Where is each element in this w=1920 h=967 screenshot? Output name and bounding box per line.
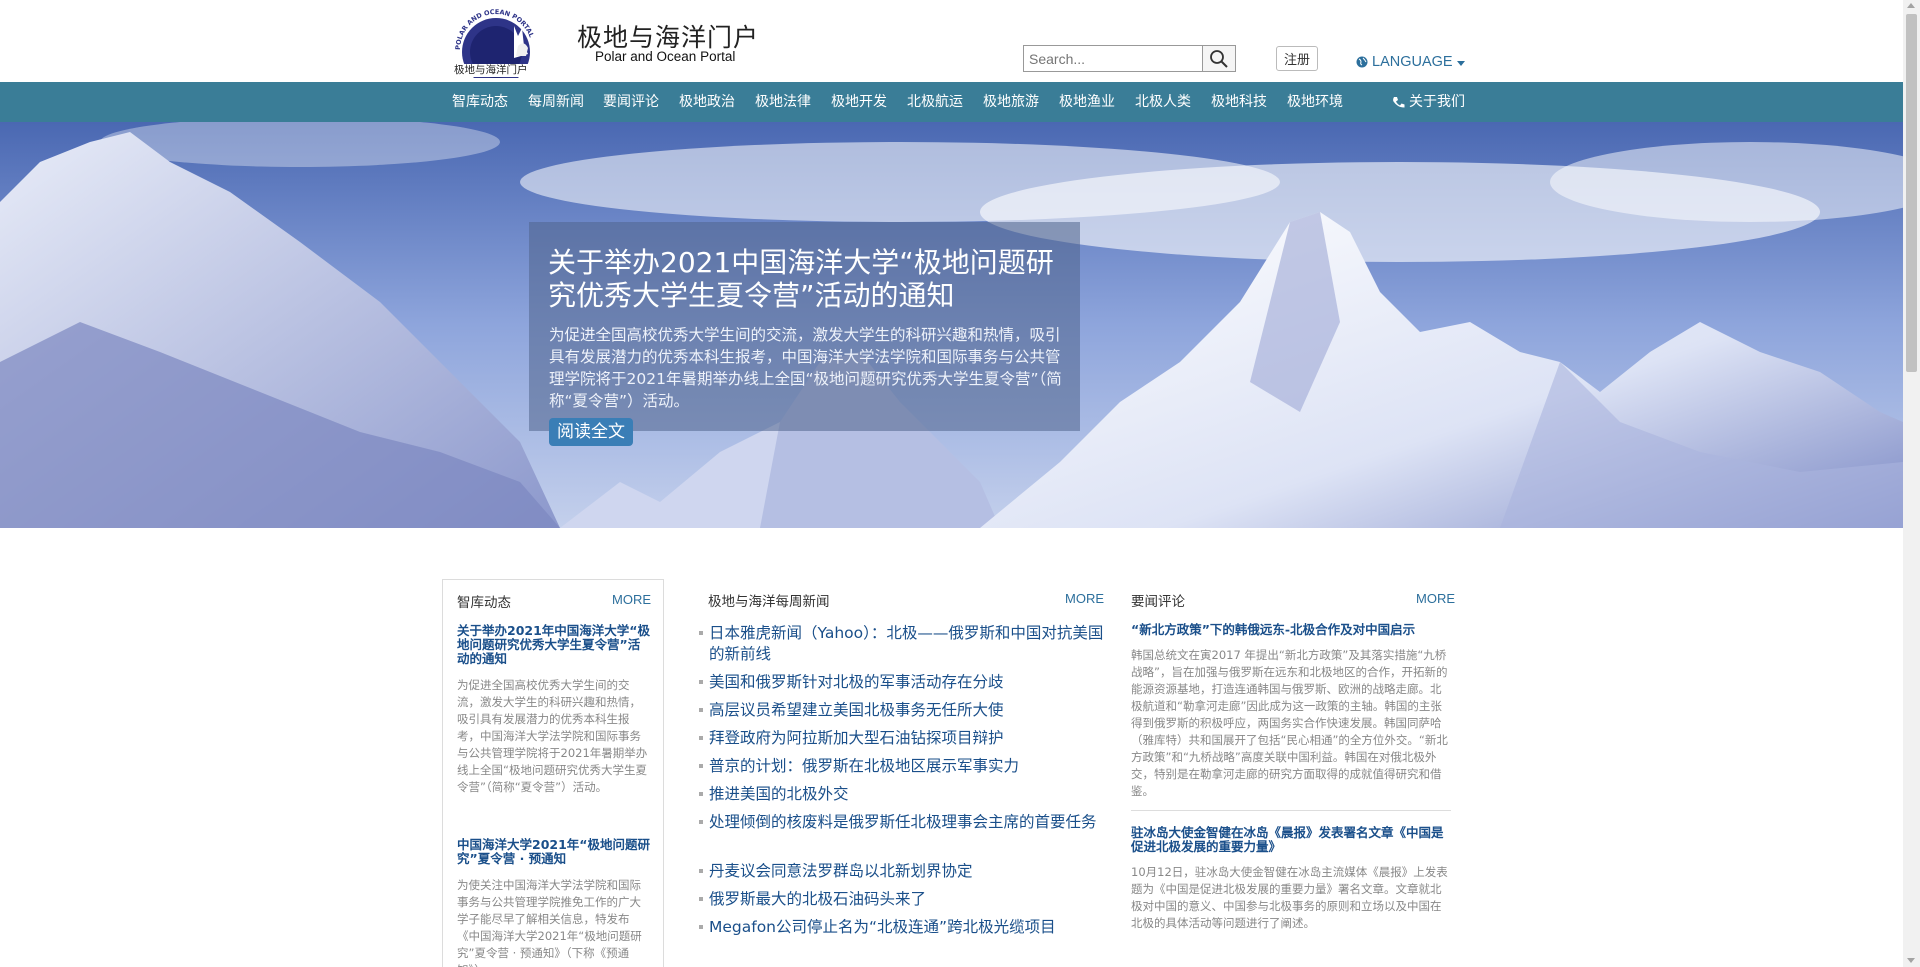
- nav-item-polar-fishery[interactable]: 极地渔业: [1059, 82, 1115, 122]
- news-item-title[interactable]: 日本雅虎新闻（Yahoo）：北极——俄罗斯和中国对抗美国的新前线: [709, 623, 1104, 665]
- news-item-title[interactable]: Megafon公司停止名为“北极连通”跨北极光缆项目: [709, 917, 1104, 938]
- main-nav: 智库动态 每周新闻 要闻评论 极地政治 极地法律 极地开发 北极航运 极地旅游 …: [0, 82, 1903, 122]
- language-label: LANGUAGE: [1372, 54, 1453, 70]
- phone-icon: [1393, 96, 1405, 107]
- think-tank-article-body: 为使关注中国海洋大学法学院和国际事务与公共管理学院推免工作的广大学子能尽早了解相…: [457, 878, 642, 967]
- think-tank-more-link[interactable]: MORE: [612, 592, 651, 607]
- hero-description: 为促进全国高校优秀大学生间的交流，激发大学生的科研兴趣和热情，吸引具有发展潜力的…: [549, 326, 1062, 410]
- scrollbar-thumb[interactable]: [1906, 14, 1917, 372]
- divider: [1131, 810, 1451, 811]
- logo-caption: 极地与海洋门户: [454, 64, 528, 76]
- bullet-icon: [699, 869, 703, 873]
- weekly-news-more-link[interactable]: MORE: [1065, 591, 1104, 606]
- search-icon: [1210, 49, 1228, 68]
- globe-icon: [1356, 56, 1368, 68]
- news-review-article-body: 10月12日，驻冰岛大使金智健在冰岛主流媒体《晨报》上发表题为《中国是促进北极发…: [1131, 865, 1448, 930]
- nav-item-polar-tech[interactable]: 极地科技: [1211, 82, 1267, 122]
- bullet-icon: [699, 680, 703, 684]
- nav-item-arctic-shipping[interactable]: 北极航运: [907, 82, 963, 122]
- think-tank-article-title[interactable]: 关于举办2021年中国海洋大学“极地问题研究优秀大学生夏令营”活动的通知: [457, 624, 651, 666]
- bullet-icon: [699, 708, 703, 712]
- think-tank-heading: 智库动态: [457, 595, 511, 611]
- site-subtitle: Polar and Ocean Portal: [595, 49, 736, 64]
- bullet-icon: [699, 631, 703, 635]
- news-item-title[interactable]: 拜登政府为阿拉斯加大型石油钻探项目辩护: [709, 728, 1104, 749]
- site-logo[interactable]: POLAR AND OCEAN PORTAL 极地与海洋门户: [450, 6, 546, 86]
- search-input[interactable]: [1023, 45, 1203, 72]
- chevron-down-icon: [1456, 60, 1465, 66]
- nav-item-weekly-news[interactable]: 每周新闻: [528, 82, 584, 122]
- nav-item-polar-environment[interactable]: 极地环境: [1287, 82, 1343, 122]
- nav-item-polar-tourism[interactable]: 极地旅游: [983, 82, 1039, 122]
- news-review-article-body: 韩国总统文在寅2017 年提出“新北方政策”及其落实措施“九桥战略”，旨在加强与…: [1131, 648, 1448, 798]
- bullet-icon: [699, 792, 703, 796]
- nav-item-about-us[interactable]: 关于我们: [1392, 82, 1465, 122]
- nav-item-arctic-people[interactable]: 北极人类: [1135, 82, 1191, 122]
- bullet-icon: [699, 764, 703, 768]
- nav-item-think-tank[interactable]: 智库动态: [452, 82, 508, 122]
- news-review-more-link[interactable]: MORE: [1416, 591, 1455, 606]
- weekly-news-heading: 极地与海洋每周新闻: [708, 594, 830, 610]
- search-button[interactable]: [1202, 45, 1236, 72]
- news-review-article-title[interactable]: “新北方政策”下的韩俄远东-北极合作及对中国启示: [1131, 623, 1451, 637]
- news-item-title[interactable]: 处理倾倒的核废料是俄罗斯任北极理事会主席的首要任务: [709, 812, 1104, 833]
- news-item-title[interactable]: 美国和俄罗斯针对北极的军事活动存在分歧: [709, 672, 1104, 693]
- bullet-icon: [699, 925, 703, 929]
- header: POLAR AND OCEAN PORTAL 极地与海洋门户 极地与海洋门户 P…: [0, 0, 1903, 86]
- bullet-icon: [699, 736, 703, 740]
- news-review-heading: 要闻评论: [1131, 594, 1185, 610]
- about-us-label: 关于我们: [1409, 94, 1465, 110]
- think-tank-article-body: 为促进全国高校优秀大学生间的交流，激发大学生的科研兴趣和热情，吸引具有发展潜力的…: [457, 678, 648, 794]
- scroll-up-arrow-icon[interactable]: [1907, 3, 1915, 8]
- language-selector[interactable]: LANGUAGE: [1356, 54, 1465, 70]
- news-item-title[interactable]: 推进美国的北极外交: [709, 784, 1104, 805]
- news-review-article-title[interactable]: 驻冰岛大使金智健在冰岛《晨报》发表署名文章《中国是促进北极发展的重要力量》: [1131, 826, 1451, 854]
- nav-item-news-review[interactable]: 要闻评论: [603, 82, 659, 122]
- think-tank-article-title[interactable]: 中国海洋大学2021年“极地问题研究”夏令营 · 预通知: [457, 838, 651, 866]
- news-item-title[interactable]: 普京的计划：俄罗斯在北极地区展示军事实力: [709, 756, 1104, 777]
- register-button[interactable]: 注册: [1276, 46, 1318, 71]
- nav-item-polar-development[interactable]: 极地开发: [831, 82, 887, 122]
- read-more-button[interactable]: 阅读全文: [549, 418, 633, 446]
- news-item-title[interactable]: 俄罗斯最大的北极石油码头来了: [709, 889, 1104, 910]
- page: POLAR AND OCEAN PORTAL 极地与海洋门户 极地与海洋门户 P…: [0, 0, 1920, 967]
- nav-item-polar-law[interactable]: 极地法律: [755, 82, 811, 122]
- news-item-title[interactable]: 丹麦议会同意法罗群岛以北新划界协定: [709, 861, 1104, 882]
- news-item-title[interactable]: 高层议员希望建立美国北极事务无任所大使: [709, 700, 1104, 721]
- bullet-icon: [699, 897, 703, 901]
- hero-title[interactable]: 关于举办2021中国海洋大学“极地问题研究优秀大学生夏令营”活动的通知: [548, 246, 1073, 312]
- bullet-icon: [699, 820, 703, 824]
- nav-item-polar-politics[interactable]: 极地政治: [679, 82, 735, 122]
- scroll-down-arrow-icon[interactable]: [1907, 958, 1915, 963]
